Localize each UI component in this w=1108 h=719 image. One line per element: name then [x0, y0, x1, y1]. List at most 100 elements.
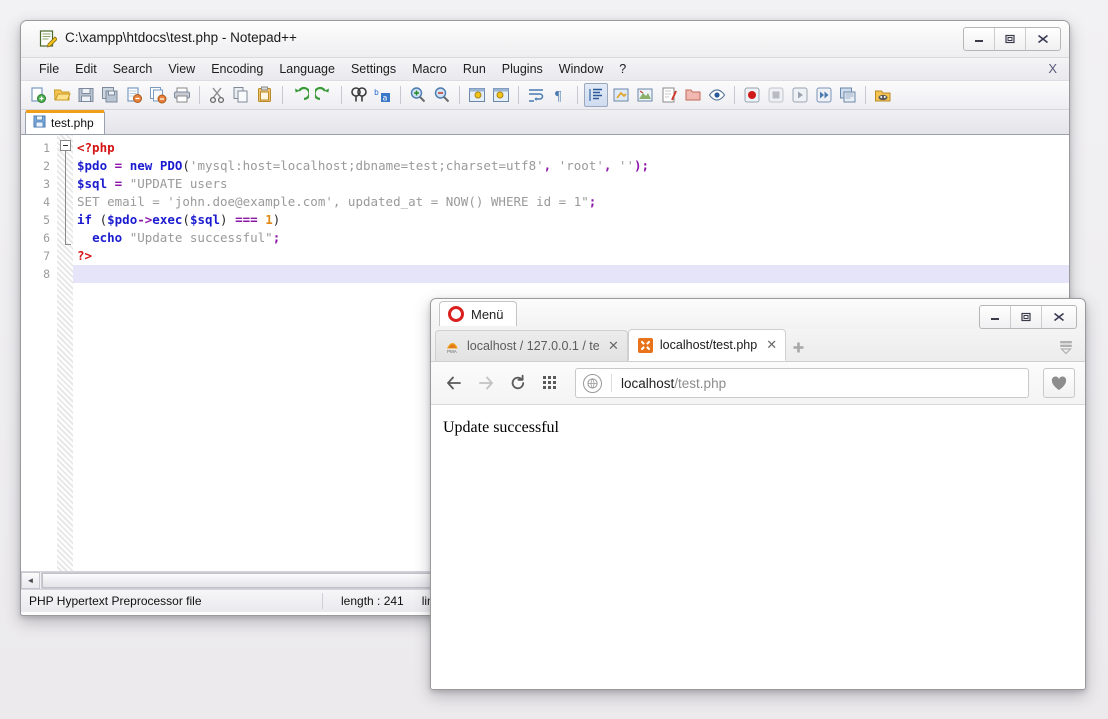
- opera-logo-icon: [448, 306, 464, 322]
- print-icon[interactable]: [171, 84, 193, 106]
- function-list-icon[interactable]: [658, 84, 680, 106]
- code-line-5: if ($pdo->exec($sql) === 1): [73, 211, 1069, 229]
- npp-titlebar[interactable]: C:\xampp\htdocs\test.php - Notepad++: [21, 21, 1069, 58]
- fold-end-marker: [65, 244, 71, 245]
- active-tab-accent: [26, 110, 104, 113]
- fold-margin[interactable]: [57, 135, 73, 571]
- menu-search[interactable]: Search: [105, 60, 161, 78]
- opera-menu-label: Menü: [471, 307, 504, 322]
- browser-tab-phpmyadmin[interactable]: PMA localhost / 127.0.0.1 / test ✕: [435, 330, 628, 361]
- save-icon[interactable]: [75, 84, 97, 106]
- sync-vertical-icon[interactable]: [466, 84, 488, 106]
- npp-window-buttons[interactable]: [963, 27, 1061, 51]
- menu-help[interactable]: ?: [611, 60, 634, 78]
- document-tab-test-php[interactable]: test.php: [25, 111, 105, 134]
- opera-browser-window[interactable]: Menü PMA localhost / 127.0.0.1 / test: [430, 298, 1086, 690]
- close-all-icon[interactable]: [147, 84, 169, 106]
- zoom-out-icon[interactable]: [431, 84, 453, 106]
- word-wrap-icon[interactable]: [525, 84, 547, 106]
- opera-titlebar[interactable]: Menü: [431, 299, 1085, 329]
- notepad-plus-plus-icon: [39, 30, 57, 48]
- redo-icon[interactable]: [313, 84, 335, 106]
- arrow-left-icon[interactable]: [441, 370, 467, 396]
- copy-icon[interactable]: [230, 84, 252, 106]
- scroll-left-arrow-icon[interactable]: ◄: [21, 572, 40, 589]
- browser-tab-title: localhost / 127.0.0.1 / test: [467, 339, 599, 353]
- user-defined-dialog-icon[interactable]: [610, 84, 632, 106]
- close-document-x-button[interactable]: X: [1048, 61, 1057, 76]
- folder-as-workspace-icon[interactable]: [682, 84, 704, 106]
- npp-toolbar[interactable]: ba ¶: [21, 81, 1069, 110]
- reload-icon[interactable]: [505, 370, 531, 396]
- save-blue-icon: [33, 115, 46, 131]
- menu-edit[interactable]: Edit: [67, 60, 105, 78]
- status-file-type: PHP Hypertext Preprocessor file: [21, 590, 322, 612]
- menu-run[interactable]: Run: [455, 60, 494, 78]
- line-number-gutter: 1 2 3 4 5 6 7 8: [21, 135, 57, 571]
- npp-menubar[interactable]: File Edit Search View Encoding Language …: [21, 58, 1069, 81]
- save-macro-icon[interactable]: [837, 84, 859, 106]
- opera-window-buttons[interactable]: [979, 305, 1077, 329]
- tab-close-icon[interactable]: ✕: [608, 338, 619, 354]
- speed-dial-icon[interactable]: [537, 370, 563, 396]
- monitoring-icon[interactable]: [706, 84, 728, 106]
- zoom-in-icon[interactable]: [407, 84, 429, 106]
- menu-file[interactable]: File: [31, 60, 67, 78]
- menu-plugins[interactable]: Plugins: [494, 60, 551, 78]
- new-file-icon[interactable]: [27, 84, 49, 106]
- record-macro-icon[interactable]: [741, 84, 763, 106]
- line-number: 5: [21, 211, 57, 229]
- menu-settings[interactable]: Settings: [343, 60, 404, 78]
- tab-stack-icon[interactable]: [1055, 336, 1077, 358]
- stop-macro-icon[interactable]: [765, 84, 787, 106]
- replace-icon[interactable]: ba: [372, 84, 394, 106]
- npp-title: C:\xampp\htdocs\test.php - Notepad++: [65, 30, 297, 45]
- menu-encoding[interactable]: Encoding: [203, 60, 271, 78]
- plus-icon[interactable]: [786, 333, 810, 361]
- toolbar-separator: [400, 86, 401, 104]
- menu-view[interactable]: View: [160, 60, 203, 78]
- svg-text:PMA: PMA: [447, 349, 457, 354]
- show-all-chars-icon[interactable]: ¶: [549, 84, 571, 106]
- undo-icon[interactable]: [289, 84, 311, 106]
- code-line-1: <?php: [73, 139, 1069, 157]
- opera-tabstrip[interactable]: PMA localhost / 127.0.0.1 / test ✕ local…: [431, 329, 1085, 362]
- menu-window[interactable]: Window: [551, 60, 611, 78]
- npp-minimize-button[interactable]: [964, 28, 995, 50]
- globe-icon[interactable]: [583, 374, 602, 393]
- toolbar-separator: [734, 86, 735, 104]
- toolbar-separator: [282, 86, 283, 104]
- opera-menu-button[interactable]: Menü: [439, 301, 517, 326]
- toolbar-separator: [199, 86, 200, 104]
- run-icon[interactable]: [872, 84, 894, 106]
- play-macro-icon[interactable]: [789, 84, 811, 106]
- fold-line: [65, 148, 66, 244]
- show-document-map-icon[interactable]: [634, 84, 656, 106]
- opera-maximize-button[interactable]: [1011, 306, 1042, 328]
- tab-close-icon[interactable]: ✕: [766, 337, 777, 353]
- opera-minimize-button[interactable]: [980, 306, 1011, 328]
- address-bar[interactable]: localhost/test.php: [575, 368, 1029, 398]
- npp-maximize-button[interactable]: [995, 28, 1026, 50]
- paste-icon[interactable]: [254, 84, 276, 106]
- menu-macro[interactable]: Macro: [404, 60, 455, 78]
- browser-tab-test-php[interactable]: localhost/test.php ✕: [628, 329, 786, 361]
- save-all-icon[interactable]: [99, 84, 121, 106]
- opera-close-button[interactable]: [1042, 306, 1076, 328]
- find-icon[interactable]: [348, 84, 370, 106]
- npp-close-button[interactable]: [1026, 28, 1060, 50]
- run-macro-multiple-icon[interactable]: [813, 84, 835, 106]
- indent-guide-icon[interactable]: [584, 83, 608, 107]
- fold-collapse-icon[interactable]: [60, 140, 71, 151]
- heart-icon[interactable]: [1043, 368, 1075, 398]
- sync-horizontal-icon[interactable]: [490, 84, 512, 106]
- npp-document-tabstrip[interactable]: test.php: [21, 110, 1069, 135]
- url-divider: [611, 374, 612, 392]
- code-line-3: $sql = "UPDATE users: [73, 175, 1069, 193]
- opera-navigation-bar[interactable]: localhost/test.php: [431, 362, 1085, 405]
- menu-language[interactable]: Language: [271, 60, 343, 78]
- arrow-right-icon[interactable]: [473, 370, 499, 396]
- open-file-icon[interactable]: [51, 84, 73, 106]
- cut-icon[interactable]: [206, 84, 228, 106]
- close-file-icon[interactable]: [123, 84, 145, 106]
